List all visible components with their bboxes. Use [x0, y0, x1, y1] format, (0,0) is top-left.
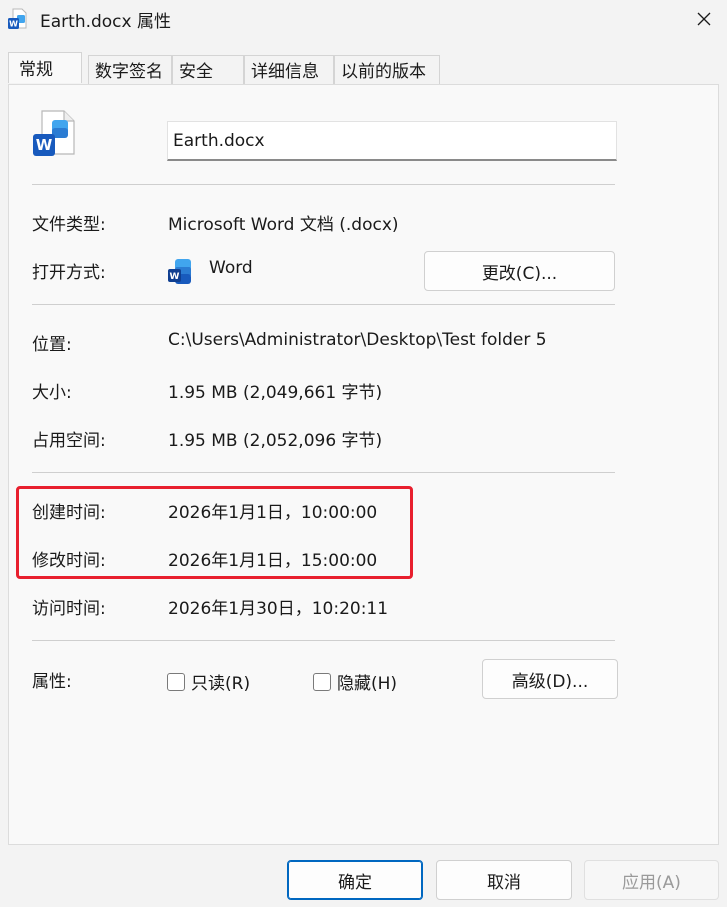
svg-text:W: W	[170, 272, 180, 282]
word-file-icon: W	[33, 110, 75, 156]
tab-details[interactable]: 详细信息	[244, 55, 334, 85]
divider	[32, 472, 615, 473]
divider	[32, 304, 615, 305]
size-on-disk-label: 占用空间:	[32, 431, 106, 451]
hidden-checkbox[interactable]: 隐藏(H)	[313, 669, 397, 694]
cancel-button[interactable]: 取消	[436, 860, 572, 900]
accessed-value: 2026年1月30日，10:20:11	[168, 599, 389, 619]
location-value: C:\Users\Administrator\Desktop\Test fold…	[168, 330, 547, 350]
hidden-label: 隐藏(H)	[337, 674, 398, 694]
ok-button[interactable]: 确定	[287, 860, 423, 900]
size-value: 1.95 MB (2,049,661 字节)	[168, 383, 383, 403]
change-button[interactable]: 更改(C)...	[424, 251, 615, 291]
apply-button[interactable]: 应用(A)	[584, 860, 719, 900]
tab-digital-signatures[interactable]: 数字签名	[88, 55, 172, 85]
window-title: Earth.docx 属性	[40, 12, 171, 32]
close-button[interactable]	[681, 0, 727, 38]
location-label: 位置:	[32, 335, 72, 355]
highlight-box	[16, 486, 413, 579]
readonly-label: 只读(R)	[191, 674, 251, 694]
general-panel	[8, 84, 719, 845]
attributes-label: 属性:	[32, 672, 72, 692]
divider	[32, 184, 615, 185]
size-label: 大小:	[32, 383, 72, 403]
tab-security[interactable]: 安全	[172, 55, 244, 85]
word-app-icon: W	[168, 259, 191, 284]
open-with-label: 打开方式:	[32, 263, 106, 283]
advanced-button[interactable]: 高级(D)...	[482, 659, 618, 699]
word-document-icon: W	[8, 8, 27, 29]
file-name-input[interactable]	[167, 121, 617, 161]
size-on-disk-value: 1.95 MB (2,052,096 字节)	[168, 431, 383, 451]
hidden-checkbox-box[interactable]	[313, 672, 331, 691]
readonly-checkbox-box[interactable]	[167, 672, 185, 691]
svg-text:W: W	[9, 20, 18, 29]
open-with-app-name: Word	[209, 258, 253, 278]
readonly-checkbox[interactable]: 只读(R)	[167, 669, 250, 694]
title-bar: W Earth.docx 属性	[0, 0, 727, 38]
file-type-value: Microsoft Word 文档 (.docx)	[168, 215, 399, 235]
tab-general[interactable]: 常规	[8, 52, 82, 83]
tab-previous-versions[interactable]: 以前的版本	[334, 55, 440, 85]
file-type-label: 文件类型:	[32, 215, 106, 235]
svg-text:W: W	[36, 136, 53, 154]
accessed-label: 访问时间:	[32, 599, 106, 619]
divider	[32, 640, 615, 641]
close-icon	[697, 12, 711, 26]
